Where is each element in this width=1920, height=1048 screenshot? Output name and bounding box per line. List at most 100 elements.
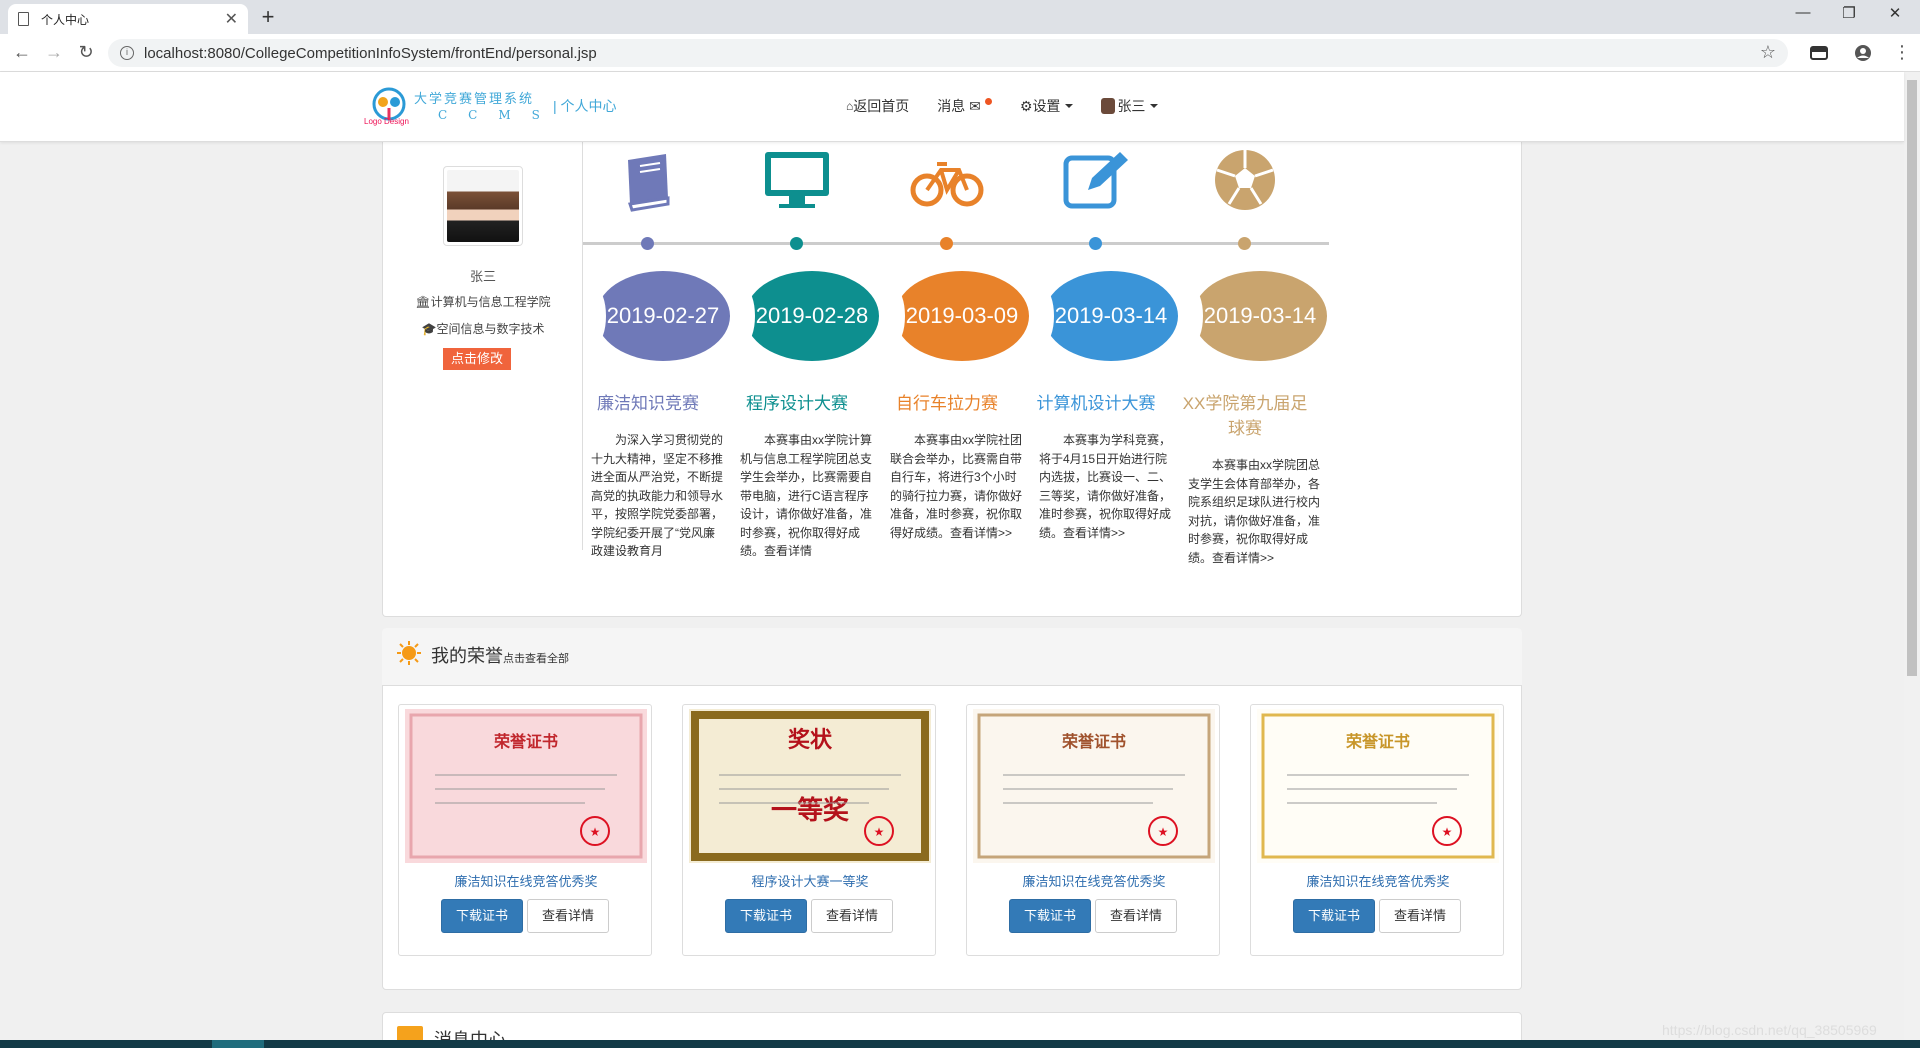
cert-prize-text: 一等奖 bbox=[771, 795, 850, 826]
certificate-image[interactable]: 奖状 一等奖 ★ bbox=[689, 709, 931, 863]
nav-links: ⌂ 返回首页 消息 ✉ ⚙ 设置 张三 bbox=[846, 96, 1159, 116]
certificate-name: 廉洁知识在线竞答优秀奖 bbox=[454, 874, 598, 889]
cert-title-text: 荣誉证书 bbox=[1345, 732, 1410, 751]
taskbar-app[interactable] bbox=[212, 1040, 264, 1048]
monitor-icon bbox=[759, 146, 835, 216]
certificate-image[interactable]: 荣誉证书 ★ bbox=[1257, 709, 1499, 863]
nav-messages[interactable]: 消息 ✉ bbox=[937, 96, 992, 116]
view-details-button[interactable]: 查看详情 bbox=[527, 899, 609, 933]
divider bbox=[582, 140, 583, 550]
nav-settings-label: 设置 bbox=[1032, 98, 1061, 114]
event-date: 2019-03-14 bbox=[1183, 271, 1327, 361]
download-certificate-button[interactable]: 下载证书 bbox=[1293, 899, 1375, 933]
event-date: 2019-02-27 bbox=[586, 271, 730, 361]
nav-settings[interactable]: ⚙ 设置 bbox=[1020, 96, 1074, 116]
timeline-dot bbox=[790, 237, 803, 250]
svg-text:★: ★ bbox=[1442, 825, 1453, 839]
download-certificate-button[interactable]: 下载证书 bbox=[441, 899, 523, 933]
timeline-dot bbox=[1238, 237, 1251, 250]
url-text: localhost:8080/CollegeCompetitionInfoSys… bbox=[144, 44, 597, 62]
profile-college-label: 计算机与信息工程学院 bbox=[430, 295, 551, 309]
avatar bbox=[1101, 98, 1116, 114]
info-icon[interactable]: i bbox=[120, 46, 134, 60]
download-certificate-button[interactable]: 下载证书 bbox=[1009, 899, 1091, 933]
cert-title-text: 荣誉证书 bbox=[493, 732, 558, 751]
svg-text:★: ★ bbox=[874, 825, 885, 839]
chevron-down-icon bbox=[1065, 104, 1074, 108]
timeline-dot bbox=[940, 237, 953, 250]
menu-icon[interactable]: ⋮ bbox=[1890, 42, 1914, 63]
edit-profile-button[interactable]: 点击修改 bbox=[443, 348, 511, 370]
cert-title-text: 奖状 bbox=[788, 727, 833, 753]
scrollbar-thumb[interactable] bbox=[1907, 80, 1917, 676]
event-date: 2019-03-14 bbox=[1034, 271, 1178, 361]
back-button[interactable]: ← bbox=[10, 42, 34, 63]
timeline-line bbox=[583, 242, 1329, 245]
brand-subtitle: | 个人中心 bbox=[553, 98, 617, 114]
event-title[interactable]: 程序设计大赛 bbox=[729, 389, 865, 414]
honors-title: 我的荣誉 bbox=[431, 646, 503, 666]
nav-home[interactable]: ⌂ 返回首页 bbox=[846, 96, 909, 116]
gear-icon: ⚙ bbox=[1019, 97, 1033, 114]
honor-card: 荣誉证书 ★ 廉洁知识在线竞答优秀奖下载证书 查看详情 bbox=[398, 704, 652, 956]
download-certificate-button[interactable]: 下载证书 bbox=[725, 899, 807, 933]
chevron-down-icon bbox=[1150, 104, 1159, 108]
address-bar: ← → ↻ i localhost:8080/CollegeCompetitio… bbox=[0, 34, 1920, 72]
certificate-image[interactable]: 荣誉证书 ★ bbox=[973, 709, 1215, 863]
timeline-dot bbox=[1089, 237, 1102, 250]
profile-avatar bbox=[443, 166, 523, 246]
event-title[interactable]: 自行车拉力赛 bbox=[879, 389, 1015, 414]
reload-button[interactable]: ↻ bbox=[74, 42, 98, 63]
view-details-button[interactable]: 查看详情 bbox=[1095, 899, 1177, 933]
bank-icon: 🏛 bbox=[415, 295, 431, 309]
browser-tab[interactable]: 个人中心 ✕ bbox=[8, 4, 248, 34]
close-window-button[interactable]: ✕ bbox=[1872, 4, 1918, 22]
svg-text:★: ★ bbox=[590, 825, 601, 839]
bookmark-star-icon[interactable]: ☆ bbox=[1760, 42, 1776, 63]
event-date-label: 2019-02-28 bbox=[755, 303, 869, 328]
envelope-icon: ✉ bbox=[969, 97, 981, 114]
event-title[interactable]: 计算机设计大赛 bbox=[1028, 389, 1164, 414]
bicycle-icon bbox=[909, 146, 985, 216]
profile-major-label: 空间信息与数字技术 bbox=[436, 322, 545, 336]
account-icon[interactable] bbox=[1852, 43, 1874, 63]
cert-title-text: 荣誉证书 bbox=[1061, 732, 1126, 751]
honors-view-all-link[interactable]: 点击查看全部 bbox=[503, 650, 569, 666]
certificate-image[interactable]: 荣誉证书 ★ bbox=[405, 709, 647, 863]
profile-name: 张三 bbox=[469, 269, 496, 284]
event-date-label: 2019-02-27 bbox=[606, 303, 720, 328]
event-description: 本赛事由xx学院社团联合会举办，比赛需自带自行车，将进行3个小时的骑行拉力赛，请… bbox=[890, 433, 1022, 540]
event-description: 本赛事由xx学院计算机与信息工程学院团总支学生会举办，比赛需要自带电脑，进行C语… bbox=[740, 433, 872, 556]
event-date-label: 2019-03-14 bbox=[1203, 303, 1317, 328]
brand-abbr: CCMS bbox=[438, 108, 561, 122]
url-box[interactable]: i localhost:8080/CollegeCompetitionInfoS… bbox=[108, 39, 1788, 67]
edit-icon bbox=[1058, 146, 1134, 216]
event-title[interactable]: XX学院第九届足球赛 bbox=[1177, 389, 1313, 439]
new-tab-button[interactable]: + bbox=[254, 6, 282, 30]
graduation-cap-icon: 🎓 bbox=[421, 322, 437, 336]
document-icon bbox=[18, 12, 29, 26]
browser-tabbar: 个人中心 ✕ + — ❐ ✕ bbox=[0, 0, 1920, 34]
book-icon bbox=[610, 146, 686, 216]
certificate-name: 程序设计大赛一等奖 bbox=[751, 874, 869, 889]
maximize-button[interactable]: ❐ bbox=[1826, 4, 1872, 22]
home-icon: ⌂ bbox=[846, 99, 854, 113]
notification-dot bbox=[984, 97, 992, 105]
nav-user[interactable]: 张三 bbox=[1101, 96, 1159, 116]
minimize-button[interactable]: — bbox=[1780, 4, 1826, 21]
profile-major: 🎓空间信息与数字技术 bbox=[383, 320, 583, 337]
brand-title: 大学竞赛管理系统 bbox=[414, 92, 535, 107]
certificate-name: 廉洁知识在线竞答优秀奖 bbox=[1306, 874, 1450, 889]
honor-card: 荣誉证书 ★ 廉洁知识在线竞答优秀奖下载证书 查看详情 bbox=[966, 704, 1220, 956]
nav-user-label: 张三 bbox=[1117, 98, 1146, 114]
nav-messages-label: 消息 bbox=[937, 98, 966, 114]
sun-icon bbox=[397, 641, 421, 665]
forward-button[interactable]: → bbox=[42, 42, 66, 63]
close-tab-icon[interactable]: ✕ bbox=[225, 9, 238, 29]
extension-icon[interactable] bbox=[1808, 43, 1830, 63]
certificate-name: 廉洁知识在线竞答优秀奖 bbox=[1022, 874, 1166, 889]
view-details-button[interactable]: 查看详情 bbox=[1379, 899, 1461, 933]
nav-home-label: 返回首页 bbox=[853, 98, 910, 114]
view-details-button[interactable]: 查看详情 bbox=[811, 899, 893, 933]
event-title[interactable]: 廉洁知识竞赛 bbox=[580, 389, 716, 414]
